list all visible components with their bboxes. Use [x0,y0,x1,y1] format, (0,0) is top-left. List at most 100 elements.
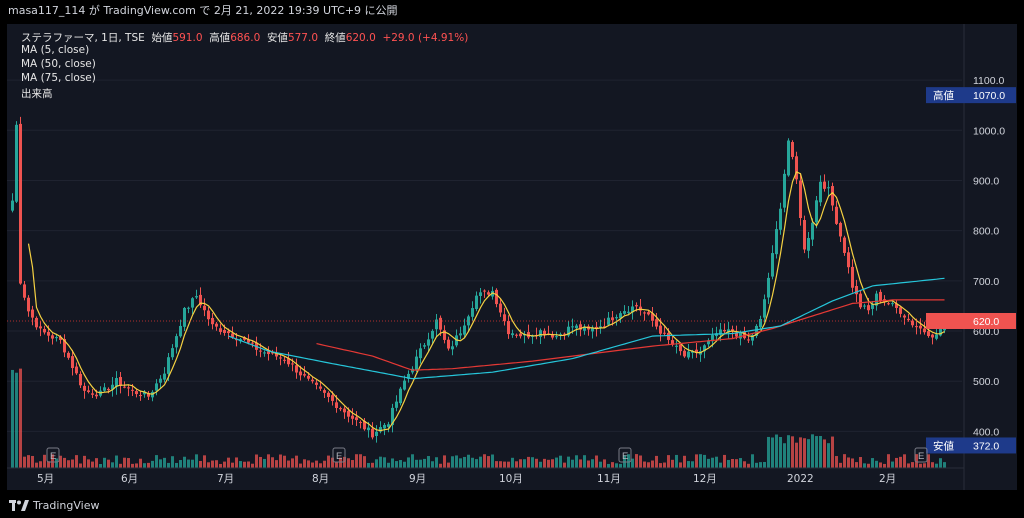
volume-bar [439,463,442,468]
candle-body [11,200,14,211]
candle-body [775,229,778,255]
volume-bar [787,435,790,468]
volume-bar [919,463,922,468]
volume-bar [107,459,110,468]
volume-bar [183,456,186,468]
volume-bar [79,463,82,468]
volume-bar [779,437,782,468]
volume-bar [603,459,606,468]
volume-bar [543,458,546,468]
volume-bar [351,460,354,468]
volume-bar [471,457,474,468]
candle-body [575,325,578,329]
legend-volume[interactable]: 出来高 [21,86,53,101]
candle-body [31,309,34,318]
legend-ma5[interactable]: MA (5, close) [21,44,89,56]
price-tick-label: 800.0 [973,226,999,238]
candle-body [403,380,406,390]
volume-bar [811,434,814,468]
volume-bar [671,459,674,468]
last-price-tag-value: 620.0 [973,316,999,328]
volume-bar [415,459,418,468]
candle-body [823,181,826,189]
volume-bar [35,462,38,468]
candle-body [843,237,846,253]
volume-bar [267,454,270,468]
candle-body [667,332,670,340]
open-label: 始値 [151,32,173,44]
volume-bar [875,460,878,468]
volume-bar [743,461,746,468]
candle-body [307,375,310,379]
volume-bars [11,368,946,468]
candle-body [311,379,314,382]
volume-bar [691,461,694,468]
volume-bar [867,463,870,468]
legend-ma75[interactable]: MA (75, close) [21,72,96,84]
legend-ma50[interactable]: MA (50, close) [21,58,96,70]
candle-body [611,317,614,321]
time-tick-label: 5月 [37,473,54,485]
candle-body [463,325,466,335]
candle-body [771,253,774,277]
volume-bar [187,459,190,468]
volume-bar [115,455,118,468]
volume-bar [615,463,618,468]
chart-panel[interactable]: 400.0 500.0 600.0 700.0 800.0 900.0 1000.0 1100… [7,24,1017,490]
candle-body [479,292,482,296]
candle-body [915,326,918,328]
volume-bar [303,459,306,468]
candle-body [459,333,462,336]
volume-bar [171,456,174,468]
volume-bar [755,462,758,468]
candle-body [39,326,42,329]
candle-body [399,388,402,404]
volume-bar [395,461,398,468]
candle-body [259,350,262,352]
candle-body [43,328,46,333]
candle-body [935,334,938,339]
candle-body [723,329,726,332]
price-axis: 400.0500.0600.0700.0800.0900.01000.01100… [7,24,1016,490]
candle-body [679,344,682,352]
volume-bar [443,455,446,468]
volume-bar [559,455,562,468]
high-tag-value: 1070.0 [973,90,1005,102]
volume-bar [719,462,722,468]
volume-bar [23,456,26,468]
candle-body [891,303,894,305]
volume-bar [495,461,498,468]
symbol-label[interactable]: ステラファーマ, 1日, TSE [21,32,145,44]
volume-bar [459,458,462,468]
candle-body [347,410,350,417]
candle-body [427,339,430,346]
candle-body [299,371,302,376]
high-value: 686.0 [230,32,261,44]
candle-body [887,303,890,305]
volume-bar [539,461,542,468]
volume-bar [371,462,374,468]
volume-bar [211,460,214,468]
candle-body [323,390,326,393]
candle-body [167,357,170,374]
volume-bar [391,458,394,468]
volume-bar [931,462,934,468]
volume-bar [895,457,898,468]
volume-bar [67,460,70,468]
candle-body [903,315,906,318]
volume-bar [403,461,406,468]
candle-body [279,357,282,359]
ma75-line [228,277,945,380]
candle-body [159,378,162,383]
price-chart[interactable]: 400.0500.0600.0700.0800.0900.01000.01100… [7,24,1017,490]
candle-body [623,311,626,314]
volume-bar [191,459,194,468]
volume-bar [871,458,874,468]
volume-bar [207,462,210,468]
volume-bar [287,460,290,468]
volume-bar [255,454,258,468]
volume-bar [855,462,858,468]
tradingview-logo[interactable]: TradingView [9,499,99,512]
candle-body [15,124,18,202]
volume-bar [39,461,42,468]
